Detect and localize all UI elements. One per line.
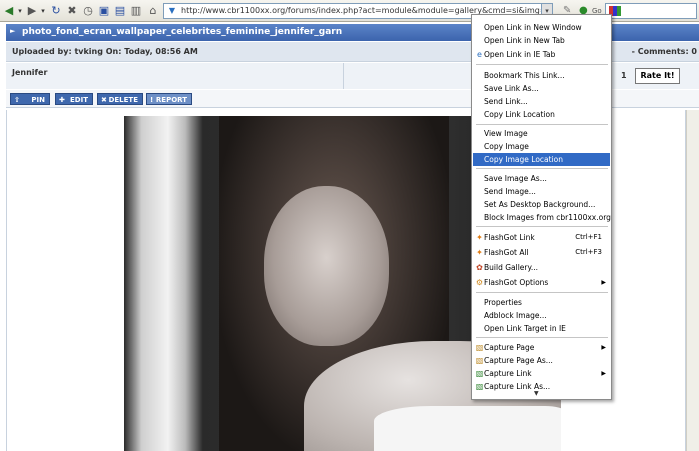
menu-item-send-link[interactable]: Send Link...	[473, 95, 610, 108]
rate-button[interactable]: Rate It!	[635, 68, 680, 84]
edit-button[interactable]: ✚ EDIT	[55, 93, 93, 105]
report-button[interactable]: ! REPORT	[146, 93, 192, 105]
title-arrow-icon: ►	[10, 27, 16, 35]
image-title: photo_fond_ecran_wallpaper_celebrites_fe…	[22, 27, 343, 37]
menu-separator	[476, 168, 608, 169]
menu-item-label: Capture Page	[484, 343, 535, 352]
context-menu: Open Link in New Window Open Link in New…	[471, 14, 612, 400]
menu-item-open-new-window[interactable]: Open Link in New Window	[473, 21, 610, 34]
back-dropdown-icon[interactable]: ▾	[16, 4, 24, 18]
menu-item-save-image[interactable]: Save Image As...	[473, 172, 610, 185]
delete-button[interactable]: ✖ DELETE	[97, 93, 143, 105]
capture-page-as-icon: ▧	[475, 356, 484, 365]
delete-label: DELETE	[108, 96, 138, 104]
menu-separator	[476, 292, 608, 293]
delete-icon: ✖	[101, 96, 107, 104]
column-divider	[343, 63, 344, 89]
menu-item-label: Capture Page As...	[484, 356, 553, 365]
forward-dropdown-icon[interactable]: ▾	[39, 4, 47, 18]
screen-icon[interactable]: ▣	[97, 4, 111, 18]
rating-count: 1	[621, 71, 627, 80]
menu-separator	[476, 226, 608, 227]
menu-item-copy-image-location[interactable]: Copy Image Location	[473, 153, 610, 166]
menu-item-open-ie-tab[interactable]: e Open Link in IE Tab	[473, 48, 610, 61]
uploaded-by: Uploaded by: tvking On: Today, 08:56 AM	[12, 47, 198, 56]
submenu-arrow-icon: ▶	[601, 279, 606, 286]
menu-item-block-images[interactable]: Block Images from cbr1100xx.org	[473, 211, 611, 224]
menu-item-capture-link[interactable]: ▧ Capture Link ▶	[473, 367, 610, 380]
menu-item-copy-link-location[interactable]: Copy Link Location	[473, 108, 610, 121]
menu-item-capture-link-as[interactable]: ▧ Capture Link As...	[473, 380, 610, 393]
report-icon: !	[150, 96, 154, 104]
edit-icon: ✚	[59, 96, 65, 104]
forward-icon[interactable]: ▶	[25, 4, 39, 18]
menu-item-build-gallery[interactable]: ✿ Build Gallery...	[473, 261, 610, 274]
ie-icon: e	[477, 50, 482, 59]
home-icon[interactable]: ⌂	[146, 4, 160, 18]
menu-item-capture-page-as[interactable]: ▧ Capture Page As...	[473, 354, 610, 367]
menu-item-flashgot-all[interactable]: ✦ FlashGot All Ctrl+F3	[473, 246, 610, 259]
back-icon[interactable]: ◀	[2, 4, 16, 18]
capture-link-as-icon: ▧	[475, 382, 484, 391]
menu-item-flashgot-options[interactable]: ⚙ FlashGot Options ▶	[473, 276, 610, 289]
menu-item-label: Capture Link	[484, 369, 532, 378]
pin-label: PIN	[31, 96, 45, 104]
flashgot-options-icon: ⚙	[475, 278, 484, 287]
pin-icon: ⇧	[14, 96, 20, 104]
menu-item-open-new-tab[interactable]: Open Link in New Tab	[473, 34, 610, 47]
shortcut-label: Ctrl+F3	[575, 248, 602, 256]
menu-item-set-desktop-background[interactable]: Set As Desktop Background...	[473, 198, 610, 211]
menu-item-bookmark-link[interactable]: Bookmark This Link...	[473, 69, 610, 82]
clock-icon[interactable]: ◷	[81, 4, 95, 18]
menu-item-save-link[interactable]: Save Link As...	[473, 82, 610, 95]
submenu-arrow-icon: ▶	[601, 344, 606, 351]
photo-dress	[374, 406, 561, 451]
capture-page-icon: ▧	[475, 343, 484, 352]
print-icon[interactable]: ▥	[129, 4, 143, 18]
photo-face	[264, 186, 389, 346]
capture-link-icon: ▧	[475, 369, 484, 378]
flashgot-icon: ✦	[476, 233, 483, 242]
edit-label: EDIT	[70, 96, 88, 104]
submenu-arrow-icon: ▶	[601, 370, 606, 377]
report-label: REPORT	[155, 96, 187, 104]
reload-icon[interactable]: ↻	[49, 4, 63, 18]
capture-icon[interactable]: ▤	[113, 4, 127, 18]
menu-item-capture-page[interactable]: ▧ Capture Page ▶	[473, 341, 610, 354]
menu-separator	[476, 337, 608, 338]
pin-button[interactable]: ⇧ PIN	[10, 93, 50, 105]
shortcut-label: Ctrl+F1	[575, 233, 602, 241]
menu-scroll-down-icon[interactable]: ▼	[534, 390, 539, 397]
menu-item-label: FlashGot Link	[484, 233, 535, 242]
menu-separator	[476, 124, 608, 125]
search-input[interactable]	[605, 3, 697, 19]
menu-item-label: Build Gallery...	[484, 263, 539, 272]
menu-item-label: FlashGot Options	[484, 278, 549, 287]
stop-icon[interactable]: ✖	[65, 4, 79, 18]
menu-item-send-image[interactable]: Send Image...	[473, 185, 610, 198]
flashgot-all-icon: ✦	[476, 248, 483, 257]
page-icon: ▼	[168, 6, 176, 15]
comments-count: - Comments: 0	[631, 47, 697, 56]
menu-item-open-target-ie[interactable]: Open Link Target in IE	[473, 322, 610, 335]
menu-item-label: FlashGot All	[484, 248, 529, 257]
menu-item-adblock-image[interactable]: Adblock Image...	[473, 309, 610, 322]
menu-item-label: Open Link in IE Tab	[484, 50, 556, 59]
menu-item-label: Capture Link As...	[484, 382, 551, 391]
menu-separator	[476, 64, 608, 65]
gallery-icon: ✿	[476, 263, 483, 272]
page-scrollbar[interactable]	[686, 110, 699, 451]
image-description: Jennifer	[12, 68, 48, 77]
menu-item-view-image[interactable]: View Image	[473, 127, 610, 140]
menu-item-flashgot-link[interactable]: ✦ FlashGot Link Ctrl+F1	[473, 231, 610, 244]
menu-item-properties[interactable]: Properties	[473, 296, 610, 309]
menu-item-copy-image[interactable]: Copy Image	[473, 140, 610, 153]
